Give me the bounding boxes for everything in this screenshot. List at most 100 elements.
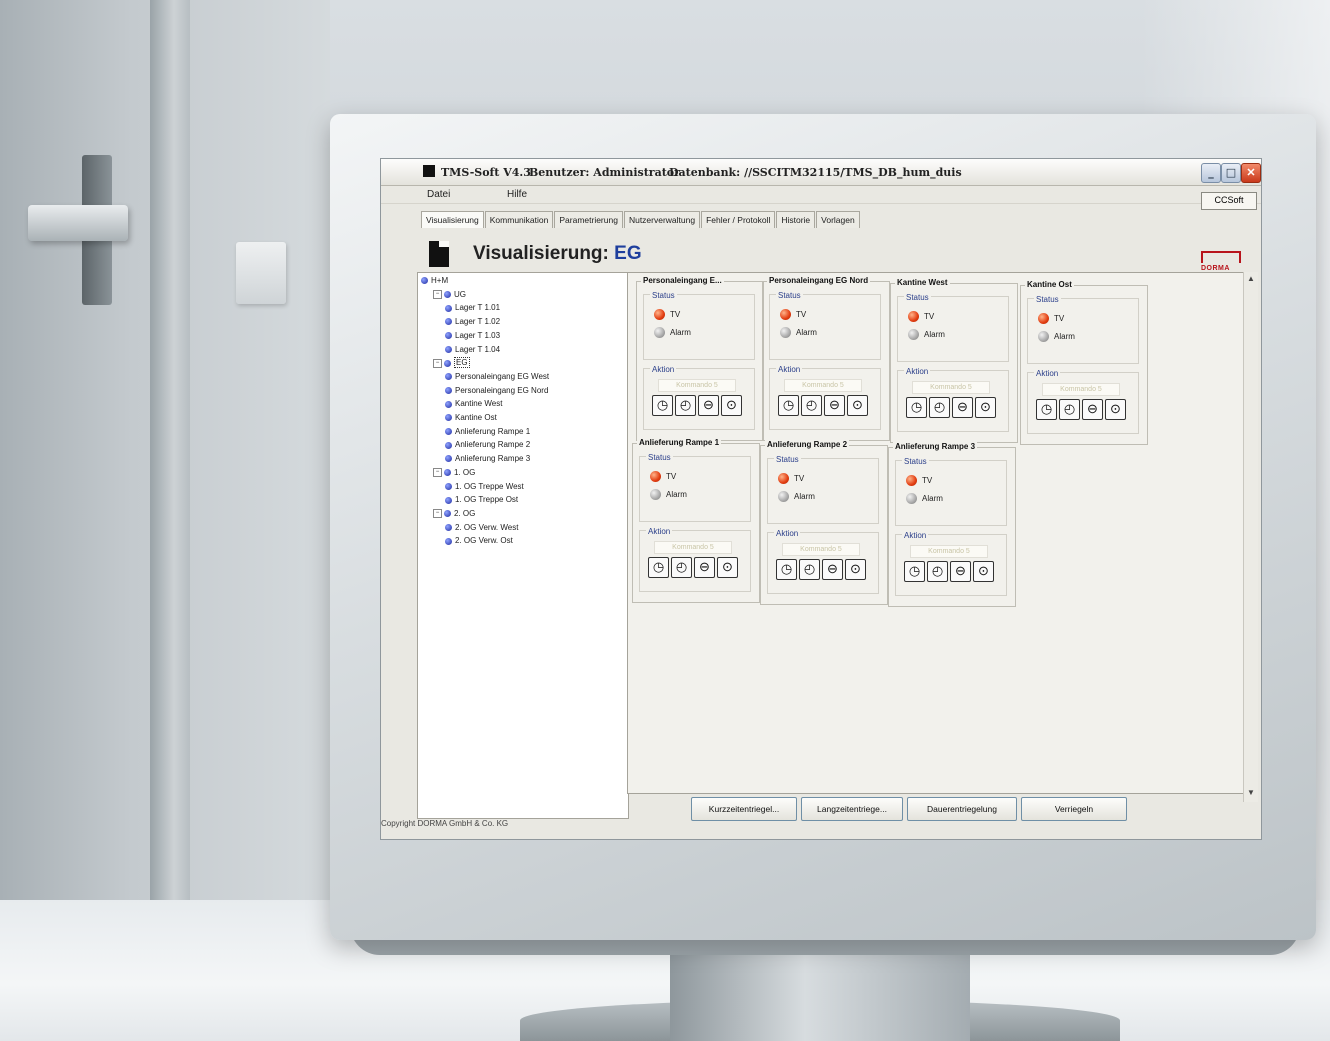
command-field[interactable]: Kommando 5 xyxy=(912,381,990,394)
clock-icon[interactable]: ◷ xyxy=(778,395,799,416)
clock-icon[interactable]: ◷ xyxy=(652,395,673,416)
lock-icon[interactable]: ⊙ xyxy=(717,557,738,578)
tab-item[interactable]: Fehler / Protokoll xyxy=(701,211,776,228)
lock-icon[interactable]: ⊙ xyxy=(845,559,866,580)
long-unlock-button[interactable]: Langzeitentriege... xyxy=(801,797,903,821)
title-bar: TMS-Soft V4.3 Benutzer: Administrator Da… xyxy=(381,159,1261,186)
tab-bar: Visualisierung Kommunikation Parametrierun… xyxy=(421,211,861,229)
unlock-icon[interactable]: ⊖ xyxy=(694,557,715,578)
tree-node[interactable]: − 2. OG xyxy=(433,509,475,519)
door-title: Kantine Ost xyxy=(1025,280,1074,289)
lock-icon[interactable]: ⊙ xyxy=(975,397,996,418)
tree-node[interactable]: Lager T 1.01 xyxy=(445,303,500,312)
tab-item[interactable]: Kommunikation xyxy=(484,211,554,228)
tree-node[interactable]: 2. OG Verw. West xyxy=(445,523,518,532)
tree-node-label: 1. OG xyxy=(454,467,476,477)
clock-icon[interactable]: ◴ xyxy=(927,561,948,582)
scroll-up-icon[interactable]: ▲ xyxy=(1246,274,1256,284)
unlock-icon[interactable]: ⊖ xyxy=(1082,399,1103,420)
tree-node[interactable]: 1. OG Treppe Ost xyxy=(445,495,518,504)
tree-node[interactable]: Kantine West xyxy=(445,399,502,408)
tree-node[interactable]: − UG xyxy=(433,290,466,300)
clock-icon[interactable]: ◷ xyxy=(776,559,797,580)
permanent-unlock-button[interactable]: Dauerentriegelung xyxy=(907,797,1017,821)
tree-expander-icon[interactable]: − xyxy=(433,509,442,519)
tv-status-lamp-icon xyxy=(1038,313,1049,324)
tab-item[interactable]: Nutzerverwaltung xyxy=(623,211,701,228)
unlock-icon[interactable]: ⊖ xyxy=(952,397,973,418)
maximize-button[interactable]: □ xyxy=(1221,163,1241,183)
clock-icon[interactable]: ◴ xyxy=(929,397,950,418)
action-group: Aktion Kommando 5 ◷ ◴ ⊖ ⊙ xyxy=(643,365,755,430)
tree-node[interactable]: Lager T 1.02 xyxy=(445,317,500,326)
command-field[interactable]: Kommando 5 xyxy=(1042,383,1120,396)
clock-icon[interactable]: ◴ xyxy=(801,395,822,416)
tree-node[interactable]: Personaleingang EG West xyxy=(445,372,549,381)
clock-icon[interactable]: ◷ xyxy=(648,557,669,578)
vertical-scrollbar[interactable]: ▲ ▼ xyxy=(1243,272,1258,802)
command-field[interactable]: Kommando 5 xyxy=(654,541,732,554)
scroll-down-icon[interactable]: ▼ xyxy=(1246,788,1256,798)
tree-node[interactable]: Personaleingang EG Nord xyxy=(445,386,548,395)
ccsoft-button[interactable]: CCSoft xyxy=(1201,192,1257,210)
menu-file[interactable]: Datei xyxy=(427,189,450,200)
status-group: Status TV Alarm xyxy=(1027,295,1139,364)
tree-node[interactable]: H+M xyxy=(421,276,448,285)
node-bullet-icon xyxy=(445,523,452,531)
tab-item[interactable]: Historie xyxy=(776,211,816,228)
node-bullet-icon xyxy=(445,318,452,326)
minimize-button[interactable]: _ xyxy=(1201,163,1221,183)
lock-icon[interactable]: ⊙ xyxy=(721,395,742,416)
door-panel: Anlieferung Rampe 1 Status TV Alarm Akti… xyxy=(632,438,760,603)
short-unlock-button[interactable]: Kurzzeitentriegel... xyxy=(691,797,797,821)
clock-icon[interactable]: ◷ xyxy=(1036,399,1057,420)
node-bullet-icon xyxy=(445,455,452,463)
tree-node[interactable]: 1. OG Treppe West xyxy=(445,482,524,491)
clock-icon[interactable]: ◷ xyxy=(906,397,927,418)
building-tree[interactable]: H+M − UG Lager T 1.01 Lager T 1.02 Lager T 1.… xyxy=(417,272,629,819)
action-group: Aktion Kommando 5 ◷ ◴ ⊖ ⊙ xyxy=(769,365,881,430)
close-button[interactable]: ✕ xyxy=(1241,163,1261,183)
clock-icon[interactable]: ◴ xyxy=(1059,399,1080,420)
tree-expander-icon[interactable]: − xyxy=(433,468,442,478)
menu-help[interactable]: Hilfe xyxy=(507,189,527,200)
tree-node[interactable]: Kantine Ost xyxy=(445,413,497,422)
lock-icon[interactable]: ⊙ xyxy=(1105,399,1126,420)
door-panel-area: Personaleingang E... Status TV Alarm Akt… xyxy=(627,272,1245,794)
action-label: Aktion xyxy=(650,365,677,374)
tree-node[interactable]: Lager T 1.03 xyxy=(445,331,500,340)
tree-node[interactable]: Anlieferung Rampe 2 xyxy=(445,440,530,449)
clock-icon[interactable]: ◷ xyxy=(904,561,925,582)
command-field[interactable]: Kommando 5 xyxy=(784,379,862,392)
node-bullet-icon xyxy=(445,304,452,312)
unlock-icon[interactable]: ⊖ xyxy=(822,559,843,580)
alarm-label: Alarm xyxy=(796,328,817,337)
command-field[interactable]: Kommando 5 xyxy=(658,379,736,392)
tree-node-label: Personaleingang EG Nord xyxy=(455,385,549,395)
tree-node[interactable]: − EG xyxy=(433,357,470,369)
tree-node-label: H+M xyxy=(431,276,449,285)
status-label: Status xyxy=(774,455,801,464)
tree-node[interactable]: − 1. OG xyxy=(433,467,476,478)
tab-item[interactable]: Vorlagen xyxy=(816,211,860,228)
tab-item[interactable]: Parametrierung xyxy=(554,211,623,228)
clock-icon[interactable]: ◴ xyxy=(671,557,692,578)
tree-node[interactable]: 2. OG Verw. Ost xyxy=(445,536,513,545)
tree-node[interactable]: Anlieferung Rampe 3 xyxy=(445,454,530,463)
clock-icon[interactable]: ◴ xyxy=(675,395,696,416)
unlock-icon[interactable]: ⊖ xyxy=(824,395,845,416)
lock-icon[interactable]: ⊙ xyxy=(847,395,868,416)
tab-item[interactable]: Visualisierung xyxy=(421,211,484,228)
unlock-icon[interactable]: ⊖ xyxy=(950,561,971,582)
tree-node[interactable]: Lager T 1.04 xyxy=(445,345,500,354)
clock-icon[interactable]: ◴ xyxy=(799,559,820,580)
command-field[interactable]: Kommando 5 xyxy=(910,545,988,558)
lock-icon[interactable]: ⊙ xyxy=(973,561,994,582)
tree-expander-icon[interactable]: − xyxy=(433,290,442,300)
unlock-icon[interactable]: ⊖ xyxy=(698,395,719,416)
lock-button[interactable]: Verriegeln xyxy=(1021,797,1127,821)
tree-node[interactable]: Anlieferung Rampe 1 xyxy=(445,427,530,436)
tree-expander-icon[interactable]: − xyxy=(433,358,442,368)
command-field[interactable]: Kommando 5 xyxy=(782,543,860,556)
node-bullet-icon xyxy=(445,345,452,353)
